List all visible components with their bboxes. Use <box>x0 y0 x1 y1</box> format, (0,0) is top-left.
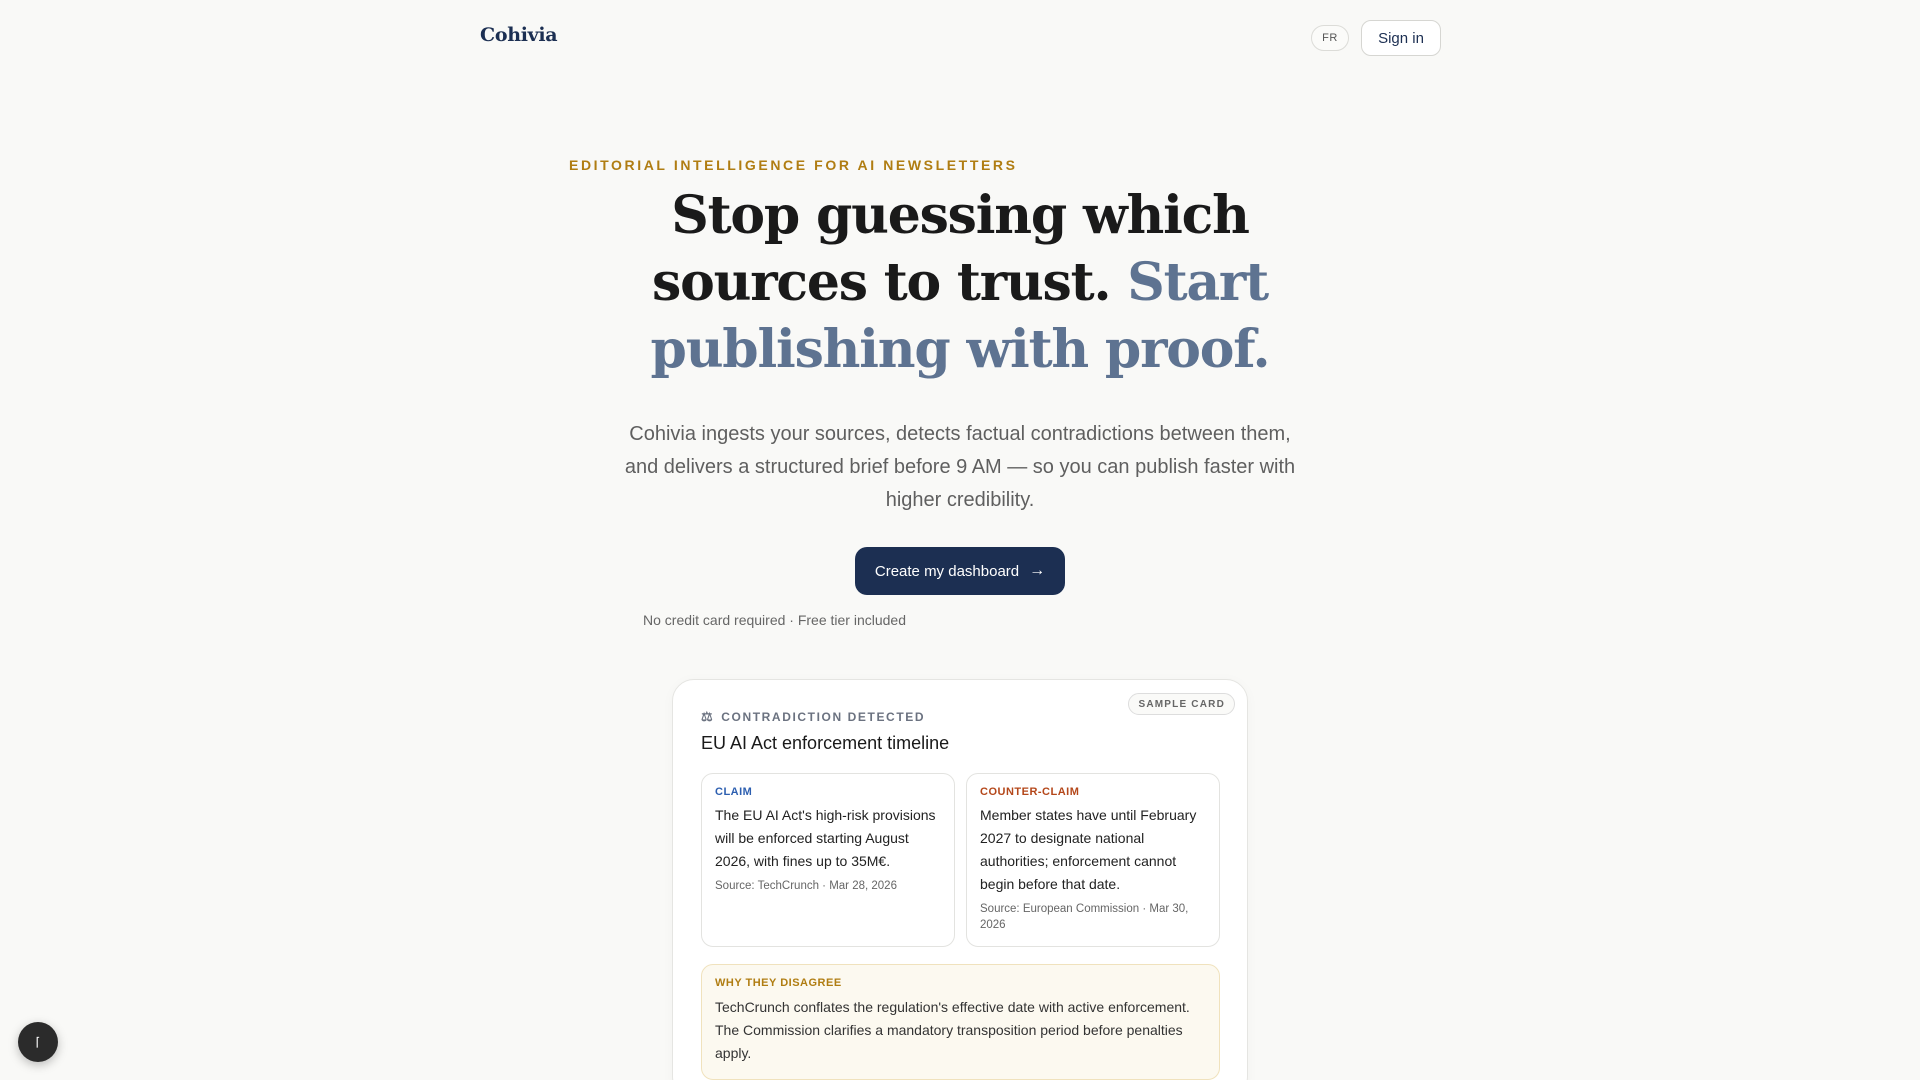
claim-text: The EU AI Act's high-risk provisions wil… <box>715 807 936 869</box>
site-header: Cohivia FR Sign in <box>0 0 1920 76</box>
counter-claim-source: Source: European Commission · Mar 30, 20… <box>980 903 1189 931</box>
card-kicker-label: CONTRADICTION DETECTED <box>721 710 926 724</box>
cta-label: Create my dashboard <box>874 562 1020 580</box>
signup-note: No credit card required · Free tier incl… <box>643 612 907 628</box>
claim-box: CLAIM The EU AI Act's high-risk provisio… <box>701 773 955 947</box>
card-kicker: ⚖ CONTRADICTION DETECTED <box>701 709 925 725</box>
hero-subtext: Cohivia ingests your sources, detects fa… <box>624 423 1296 511</box>
card-title: EU AI Act enforcement timeline <box>701 733 950 753</box>
claim-label: CLAIM <box>715 786 753 798</box>
hero-headline: Stop guessing which sources to trust. St… <box>560 182 1360 383</box>
sample-card-badge: SAMPLE CARD <box>1128 693 1235 715</box>
arrow-right-icon: → <box>1029 562 1046 579</box>
floating-action-button[interactable]: ⌈ <box>18 1022 58 1062</box>
why-label: WHY THEY DISAGREE <box>715 977 842 989</box>
language-toggle-button[interactable]: FR <box>1311 25 1349 51</box>
counter-claim-text: Member states have until February 2027 t… <box>980 807 1197 892</box>
logo[interactable]: Cohivia <box>480 24 558 46</box>
counter-claim-box: COUNTER-CLAIM Member states have until F… <box>966 773 1220 947</box>
hero-eyebrow: EDITORIAL INTELLIGENCE FOR AI NEWSLETTER… <box>569 157 1018 173</box>
claim-source: Source: TechCrunch · Mar 28, 2026 <box>715 880 897 892</box>
create-dashboard-button[interactable]: Create my dashboard → <box>855 547 1065 595</box>
sample-contradiction-card: SAMPLE CARD ⚖ CONTRADICTION DETECTED EU … <box>672 679 1248 1080</box>
sign-in-button[interactable]: Sign in <box>1361 20 1441 56</box>
counter-claim-label: COUNTER-CLAIM <box>980 786 1080 798</box>
why-they-disagree-box: WHY THEY DISAGREE TechCrunch conflates t… <box>701 964 1220 1080</box>
scale-icon: ⚖ <box>701 709 715 724</box>
why-text: TechCrunch conflates the regulation's ef… <box>715 999 1190 1061</box>
